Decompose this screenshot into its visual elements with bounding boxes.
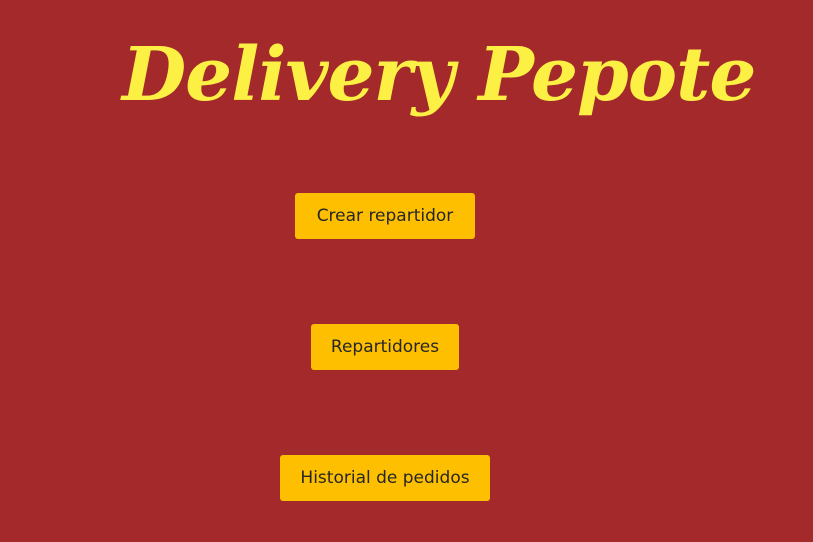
order-history-button[interactable]: Historial de pedidos [280,455,490,501]
page-title: Delivery Pepote [122,32,756,118]
create-courier-button[interactable]: Crear repartidor [295,193,475,239]
couriers-button[interactable]: Repartidores [311,324,459,370]
